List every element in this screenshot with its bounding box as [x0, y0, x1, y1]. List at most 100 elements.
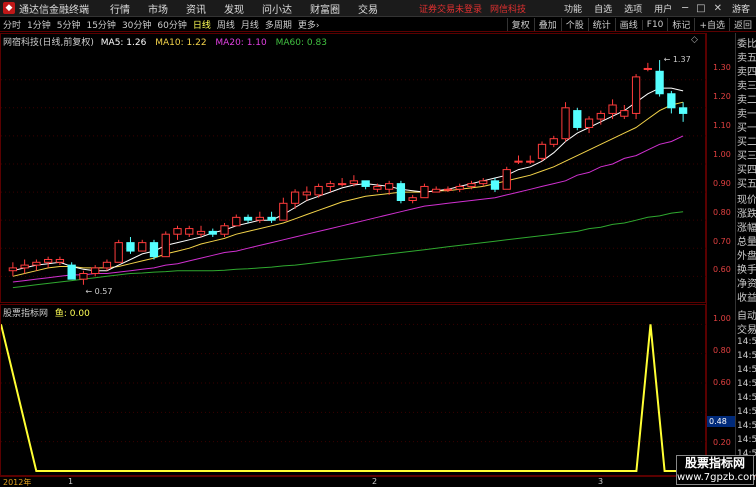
tick-time: 14:50 [737, 351, 756, 361]
quote-label: 买三 [737, 151, 756, 162]
menu-user[interactable]: 用户 [654, 2, 672, 15]
candle-body [596, 112, 605, 120]
period-tab-weekly[interactable]: 周线 [214, 18, 238, 31]
quote-label: 卖二 [737, 95, 756, 106]
menu-quotes[interactable]: 行情 [110, 1, 130, 16]
menu-trade[interactable]: 交易 [358, 1, 378, 16]
quote-label: 收益 [737, 293, 756, 304]
candle-body [620, 110, 629, 117]
stock-name[interactable]: 网宿科技(日线,前复权) [3, 38, 94, 48]
candle-body [20, 264, 29, 269]
quote-side-panel: 委比 卖五 卖四 卖三 卖二 卖一 买一 买二 买三 买四 买五 现价 涨跌 涨… [735, 33, 756, 476]
candle-body [443, 188, 453, 191]
candle-body [185, 228, 194, 235]
f10-button[interactable]: F10 [641, 19, 668, 30]
ma5-value: MA5: 1.26 [100, 38, 147, 48]
indicator-name[interactable]: 股票指标网 [3, 309, 48, 319]
candlestick-chart[interactable]: ← 1.37 ← 0.57 [1, 34, 707, 304]
indicator-panel[interactable]: 股票指标网 鱼: 0.00 [0, 304, 707, 477]
trade-label[interactable]: 交易 [737, 321, 756, 336]
candle-body [361, 180, 370, 187]
quote-label: 买二 [737, 137, 756, 148]
menu-options[interactable]: 选项 [624, 2, 642, 15]
menu-wealth[interactable]: 财富圈 [310, 1, 340, 16]
x-axis-label: 1 [68, 477, 74, 486]
overlay-button[interactable]: 叠加 [533, 18, 561, 31]
minimize-icon[interactable]: ─ [682, 3, 688, 14]
y-tick: 1.10 [713, 121, 731, 130]
candle-body [584, 118, 594, 128]
app-title: 通达信金融终端 [19, 4, 89, 16]
candle-body [267, 216, 276, 221]
main-chart-info: 网宿科技(日线,前复权) MA5: 1.26 MA10: 1.22 MA20: … [3, 35, 327, 48]
quote-label: 买一 [737, 123, 756, 134]
candle-body [608, 104, 617, 114]
period-tab-15min[interactable]: 15分钟 [83, 18, 118, 31]
tick-time: 14:50 [737, 435, 756, 445]
menu-discover[interactable]: 发现 [224, 1, 244, 16]
period-tab-more[interactable]: 更多› [295, 18, 323, 31]
candle-body [290, 191, 300, 204]
quote-label: 买四 [737, 165, 756, 176]
candle-body [232, 216, 241, 227]
period-tab-intraday[interactable]: 分时 [0, 18, 24, 31]
main-chart-panel[interactable]: ← 1.37 ← 0.57 网宿科技(日线,前复权) MA5: 1.26 MA10… [0, 33, 707, 304]
period-tab-monthly[interactable]: 月线 [238, 18, 262, 31]
high-price-label: ← 1.37 [664, 55, 691, 64]
add-watchlist-button[interactable]: +自选 [694, 18, 729, 31]
stats-button[interactable]: 统计 [587, 18, 615, 31]
indicator-chart[interactable] [1, 305, 707, 477]
signal-line [1, 324, 707, 472]
period-tab-30min[interactable]: 30分钟 [119, 18, 154, 31]
ma60-value: MA60: 0.83 [275, 38, 327, 48]
watermark-url: www.7gpzb.com [677, 472, 756, 483]
candle-body [337, 183, 347, 186]
mark-button[interactable]: 标记 [667, 18, 694, 31]
candle-body [173, 228, 182, 235]
diamond-icon[interactable]: ◇ [691, 35, 698, 45]
close-icon[interactable]: ✕ [714, 3, 722, 14]
candle-body [678, 107, 688, 114]
quote-label: 总量 [737, 237, 756, 248]
candle-body [208, 230, 217, 235]
candle-body [220, 225, 229, 235]
candle-body [526, 160, 535, 163]
candle-body [302, 191, 311, 196]
period-tab-daily[interactable]: 日线 [190, 18, 214, 31]
x-axis-label: 3 [598, 477, 604, 486]
tick-time: 14:50 [737, 421, 756, 431]
menu-news[interactable]: 资讯 [186, 1, 206, 16]
guest-label[interactable]: 游客 [732, 2, 750, 15]
candle-body [255, 216, 264, 221]
y-tick: 0.70 [713, 237, 731, 246]
adjust-button[interactable]: 复权 [506, 18, 534, 31]
candle-body [655, 70, 664, 95]
period-tab-5min[interactable]: 5分钟 [54, 18, 84, 31]
menu-watchlist[interactable]: 自选 [594, 2, 612, 15]
stock-button[interactable]: 个股 [560, 18, 588, 31]
menu-ask[interactable]: 问小达 [262, 1, 292, 16]
candle-body [279, 202, 288, 221]
period-tab-60min[interactable]: 60分钟 [154, 18, 189, 31]
maximize-icon[interactable]: □ [696, 3, 705, 14]
candle-body [467, 183, 476, 187]
broker-label[interactable]: 网信科技 [490, 2, 526, 15]
sub-y-tick: 0.20 [713, 438, 731, 447]
draw-button[interactable]: 画线 [614, 18, 642, 31]
more-label: 更多 [297, 21, 316, 31]
period-tab-1min[interactable]: 1分钟 [24, 18, 54, 31]
period-tab-multi[interactable]: 多周期 [262, 18, 295, 31]
candle-body [432, 188, 441, 193]
quote-label: 卖五 [737, 53, 756, 64]
login-warning[interactable]: 证券交易未登录 [419, 2, 482, 15]
quote-label: 卖一 [737, 109, 756, 120]
app-logo-icon: ◆ [3, 2, 15, 14]
y-tick: 1.30 [713, 63, 731, 72]
ma20-value: MA20: 1.10 [215, 38, 267, 48]
menu-market[interactable]: 市场 [148, 1, 168, 16]
indicator-info: 股票指标网 鱼: 0.00 [3, 306, 90, 319]
menu-function[interactable]: 功能 [564, 2, 582, 15]
back-button[interactable]: 返回 [728, 18, 756, 31]
ma10-line [12, 101, 684, 277]
auto-label[interactable]: 自动 [737, 307, 756, 322]
